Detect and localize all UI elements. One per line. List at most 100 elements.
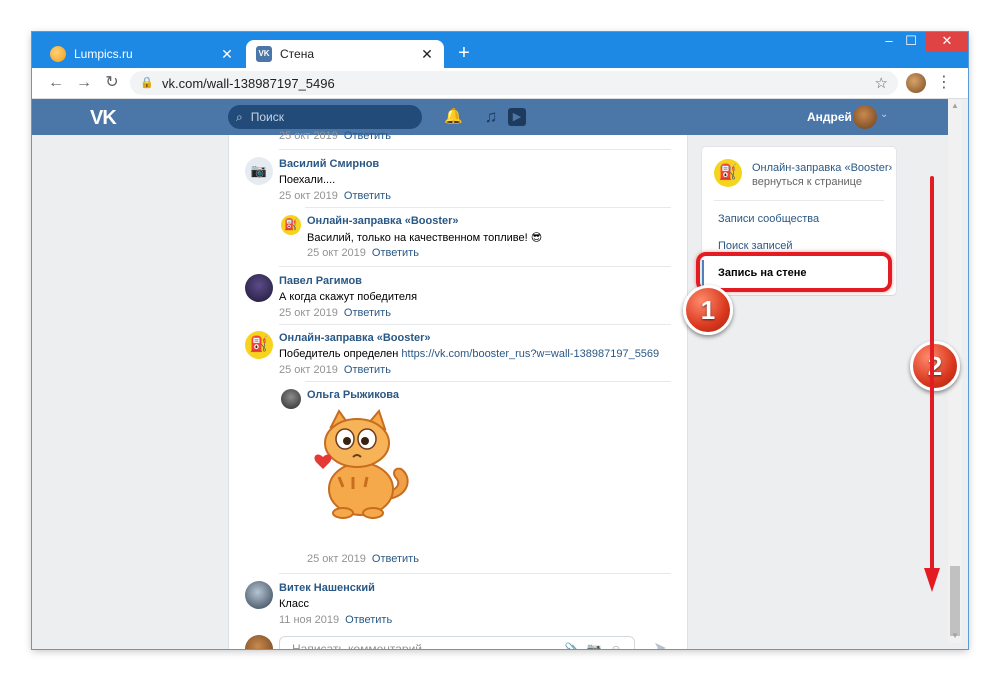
lumpics-favicon-icon <box>50 46 66 62</box>
tab-close-icon[interactable]: ✕ <box>420 46 434 63</box>
new-tab-button[interactable]: + <box>452 42 476 66</box>
comment-text: Класс <box>279 598 309 610</box>
sidebar-item-community-posts[interactable]: Записи сообщества <box>718 213 819 225</box>
bookmark-star-icon[interactable]: ☆ <box>875 74 888 92</box>
heart-icon <box>314 454 332 469</box>
tab-wall[interactable]: VK Стена ✕ <box>246 40 444 68</box>
comment-meta: 25 окт 2019 Ответить <box>279 190 391 202</box>
scroll-down-arrow-icon <box>924 176 940 592</box>
user-avatar[interactable] <box>245 581 273 609</box>
url-text[interactable]: vk.com/wall-138987197_5496 <box>162 76 875 91</box>
music-note-icon[interactable]: ♫ <box>482 108 500 126</box>
comment-meta: 25 окт 2019 Ответить <box>307 247 419 259</box>
menu-kebab-icon[interactable]: ⋮ <box>936 72 952 94</box>
booster-logo[interactable]: ⛽ <box>714 159 742 187</box>
user-name[interactable]: Андрей <box>807 110 852 124</box>
reply-link[interactable]: Ответить <box>344 364 391 376</box>
tab-strip: Lumpics.ru ✕ VK Стена ✕ + – ☐ ✕ <box>32 32 968 68</box>
comment-author[interactable]: Павел Рагимов <box>279 275 362 287</box>
vk-header: VK ⌕ 🔔 ♫ ▶ Андрей ⌄ <box>32 99 948 135</box>
chevron-down-icon[interactable]: ⌄ <box>880 109 888 120</box>
comment-meta: 25 окт 2019 Ответить <box>279 364 391 376</box>
send-icon[interactable]: ➤ <box>651 640 669 649</box>
camera-icon[interactable]: 📷 <box>586 641 602 649</box>
reply-link[interactable]: Ответить <box>344 190 391 202</box>
tab-close-icon[interactable]: ✕ <box>220 46 234 63</box>
browser-toolbar: ← → ↻ 🔒 vk.com/wall-138987197_5496 ☆ ⋮ <box>32 68 968 99</box>
my-avatar <box>245 635 273 649</box>
comment-text-prefix: Победитель определен <box>279 348 402 360</box>
reply-link[interactable]: Ответить <box>372 247 419 259</box>
comment-date: 25 окт 2019 <box>307 247 366 259</box>
cat-body <box>328 462 394 516</box>
divider <box>305 381 671 382</box>
lock-icon: 🔒 <box>140 77 154 89</box>
camera-icon: 📷 <box>250 163 268 178</box>
maximize-button[interactable]: ☐ <box>894 32 928 52</box>
scroll-up-icon[interactable]: ▲ <box>948 99 962 113</box>
comment-meta: 25 окт 2019 Ответить <box>279 307 391 319</box>
divider <box>279 266 671 267</box>
back-to-page-link[interactable]: вернуться к странице <box>752 176 862 188</box>
comment-text: Победитель определен https://vk.com/boos… <box>279 348 659 360</box>
comment-date: 25 окт 2019 <box>279 307 338 319</box>
step-badge-1: 1 <box>683 285 733 335</box>
booster-avatar[interactable]: ⛽ <box>281 215 301 235</box>
address-bar[interactable]: 🔒 vk.com/wall-138987197_5496 ☆ <box>130 71 898 95</box>
winner-link[interactable]: https://vk.com/booster_rus?w=wall-138987… <box>401 348 659 360</box>
scroll-down-icon[interactable]: ▼ <box>948 629 962 643</box>
cat-head <box>324 418 390 468</box>
back-arrow-icon[interactable]: ← <box>44 72 68 94</box>
divider <box>714 200 884 201</box>
group-name[interactable]: Онлайн-заправка «Booster» <box>752 162 892 174</box>
highlight-box <box>696 252 892 292</box>
forward-arrow-icon[interactable]: → <box>72 72 96 94</box>
cat-sticker[interactable] <box>309 407 413 519</box>
fuel-nozzle-icon: ⛽ <box>284 219 298 231</box>
comment-author[interactable]: Онлайн-заправка «Booster» <box>307 215 459 227</box>
tab-lumpics[interactable]: Lumpics.ru ✕ <box>40 40 244 68</box>
play-icon[interactable]: ▶ <box>508 108 526 126</box>
vk-search[interactable]: ⌕ <box>228 105 422 129</box>
reply-link[interactable]: Ответить <box>344 130 391 142</box>
comments-card: 25 окт 2019 Ответить 📷 Василий Смирнов По… <box>228 130 688 649</box>
cat-paw-right <box>362 507 384 519</box>
reply-link[interactable]: Ответить <box>345 614 392 626</box>
search-icon: ⌕ <box>236 109 243 124</box>
comment-text: Василий, только на качественном топливе!… <box>307 232 543 244</box>
sidebar-item-search-posts[interactable]: Поиск записей <box>718 240 793 252</box>
comment-meta: 25 окт 2019 Ответить <box>279 130 391 142</box>
camera-placeholder-avatar[interactable]: 📷 <box>245 157 273 185</box>
browser-window: Lumpics.ru ✕ VK Стена ✕ + – ☐ ✕ ← → ↻ 🔒 … <box>32 32 968 649</box>
attach-icon[interactable]: 📎 <box>564 641 580 649</box>
comment-date: 25 окт 2019 <box>279 130 338 142</box>
comment-author[interactable]: Онлайн-заправка «Booster» <box>279 332 431 344</box>
comment-author[interactable]: Ольга Рыжикова <box>307 389 399 401</box>
tab-label: Стена <box>280 47 315 61</box>
search-input[interactable] <box>248 109 414 125</box>
reload-icon[interactable]: ↻ <box>100 72 124 94</box>
notifications-bell-icon[interactable]: 🔔 <box>444 108 463 126</box>
comment-date: 25 окт 2019 <box>307 553 366 565</box>
profile-avatar[interactable] <box>906 73 926 93</box>
user-avatar[interactable] <box>245 274 273 302</box>
reply-link[interactable]: Ответить <box>372 553 419 565</box>
fuel-nozzle-icon: ⛽ <box>249 336 269 353</box>
reply-link[interactable]: Ответить <box>344 307 391 319</box>
scrollbar-thumb[interactable] <box>950 566 960 636</box>
booster-avatar[interactable]: ⛽ <box>245 331 273 359</box>
emoji-icon[interactable]: ☺ <box>608 641 624 649</box>
comment-author[interactable]: Витек Нашенский <box>279 582 375 594</box>
comment-composer[interactable]: 📎 📷 ☺ <box>279 636 635 649</box>
comment-date: 25 окт 2019 <box>279 190 338 202</box>
close-window-button[interactable]: ✕ <box>926 32 968 52</box>
cat-paw-left <box>332 507 354 519</box>
comment-meta: 11 ноя 2019 Ответить <box>279 614 392 626</box>
comment-input[interactable] <box>290 641 558 649</box>
user-avatar[interactable] <box>853 105 877 129</box>
comment-date: 25 окт 2019 <box>279 364 338 376</box>
vk-logo[interactable]: VK <box>90 107 117 130</box>
comment-author[interactable]: Василий Смирнов <box>279 158 379 170</box>
user-avatar[interactable] <box>281 389 301 409</box>
divider <box>305 207 671 208</box>
